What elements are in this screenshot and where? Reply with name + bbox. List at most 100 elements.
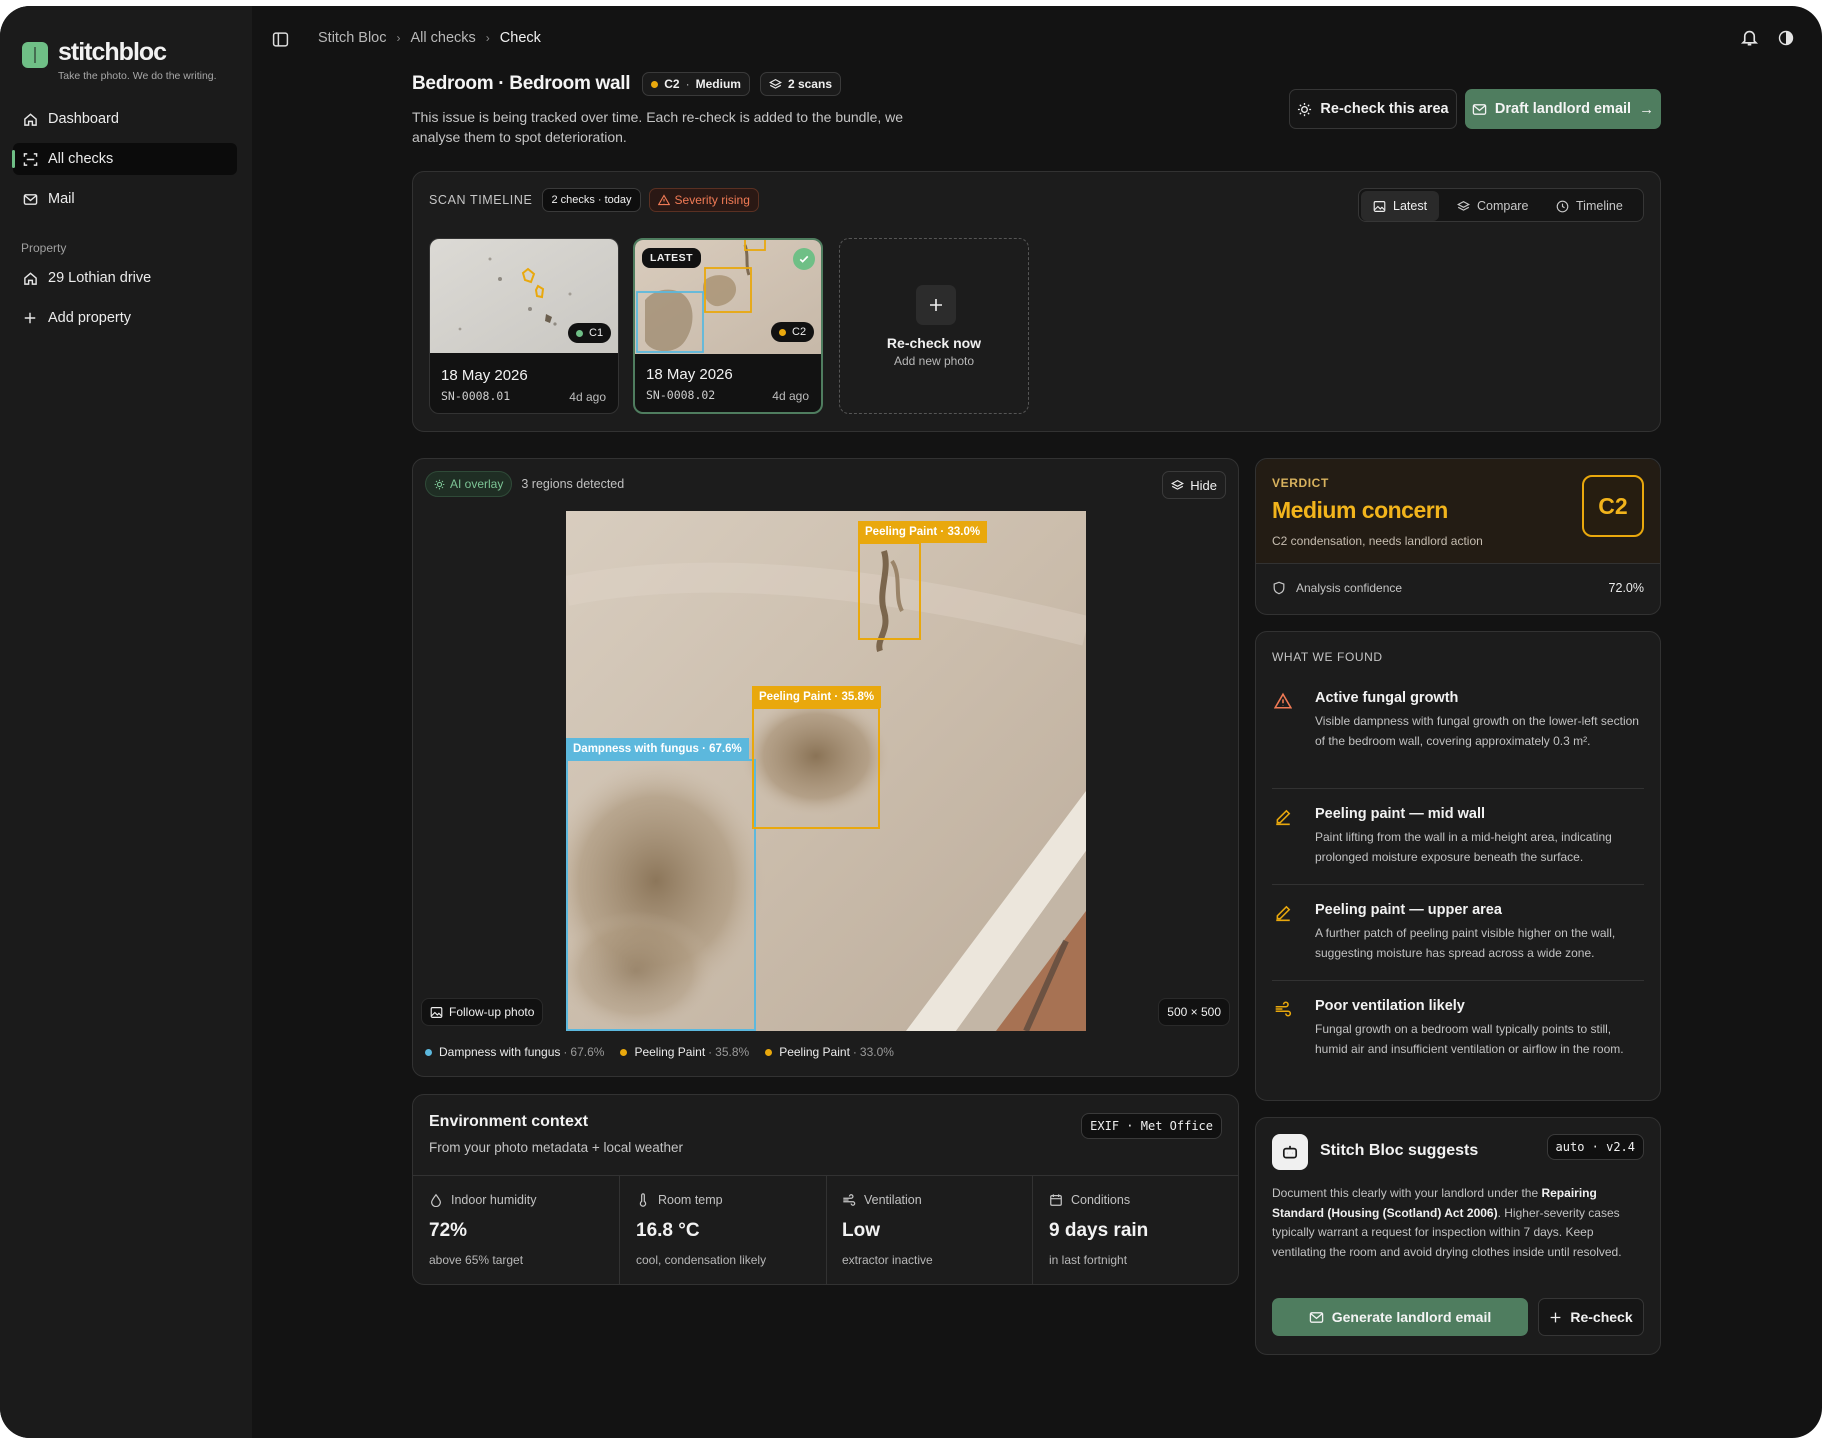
tab-compare[interactable]: Compare <box>1445 191 1540 221</box>
detection-box-peeling-mid[interactable]: Peeling Paint · 35.8% <box>752 686 882 829</box>
breadcrumb-item[interactable]: Stitch Bloc <box>318 30 387 46</box>
finding-description: Paint lifting from the wall in a mid-hei… <box>1315 830 1612 864</box>
latest-badge: LATEST <box>642 248 702 268</box>
wind-icon <box>843 1194 856 1206</box>
image-dimensions: 500 × 500 <box>1158 998 1230 1026</box>
detection-label: Peeling Paint · 35.8% <box>752 686 882 708</box>
suggestion-card: Stitch Bloc suggests auto · v2.4 Documen… <box>1255 1117 1661 1355</box>
body-text: Document this clearly with your landlord… <box>1272 1186 1542 1200</box>
detection-label: Peeling Paint · 33.0% <box>858 521 988 543</box>
tab-timeline[interactable]: Timeline <box>1544 191 1635 221</box>
metric-value: 16.8 °C <box>636 1220 700 1241</box>
button-label: Re-check <box>1570 1309 1633 1325</box>
legend-label: Peeling Paint <box>634 1045 706 1059</box>
section-label-property: Property <box>21 241 67 255</box>
metric-label: Indoor humidity <box>451 1193 537 1207</box>
button-label: Generate landlord email <box>1331 1309 1492 1325</box>
scans-badge: 2 scans <box>759 72 841 96</box>
sidebar-item-all-checks[interactable]: All checks <box>12 143 237 175</box>
severity-trend-badge: Severity rising <box>648 188 759 212</box>
label-text: Dampness with fungus <box>573 743 699 755</box>
layers-icon <box>1457 200 1470 211</box>
recheck-title: Re-check now <box>886 335 982 351</box>
recheck-area-button[interactable]: Re-check this area <box>1289 89 1457 129</box>
droplet-icon <box>431 1193 441 1207</box>
recheck-subtitle: Add new photo <box>893 354 975 368</box>
grade-dot <box>779 328 786 336</box>
version-badge: auto · v2.4 <box>1546 1134 1644 1160</box>
grade-badge: C2 <box>771 322 815 342</box>
environment-subtitle: From your photo metadata + local weather <box>429 1140 684 1155</box>
tab-latest[interactable]: Latest <box>1361 191 1440 221</box>
label-text: Peeling Paint <box>759 691 832 703</box>
sidebar-item-property[interactable]: 29 Lothian drive <box>13 262 237 294</box>
verdict-title: Medium concern <box>1272 497 1448 523</box>
page-title: Bedroom · Bedroom wall <box>412 73 631 94</box>
sidebar-toggle-icon[interactable] <box>272 31 289 53</box>
legend-score: 35.8% <box>715 1045 750 1059</box>
brand-logo[interactable]: stitchbloc Take the photo. We do the wri… <box>22 37 217 82</box>
timeline-label: SCAN TIMELINE <box>429 193 533 207</box>
regions-count: 3 regions detected <box>521 477 625 491</box>
metric-value: 9 days rain <box>1049 1220 1149 1241</box>
breadcrumb-item[interactable]: All checks <box>411 30 476 46</box>
scan-date: 18 May 2026 <box>441 367 528 384</box>
legend-dot <box>765 1048 773 1056</box>
divider <box>1272 980 1644 981</box>
sidebar-item-label: Add property <box>48 310 132 326</box>
home-icon <box>22 270 38 286</box>
detection-box-peeling-upper[interactable]: Peeling Paint · 33.0% <box>858 521 988 640</box>
finding-item[interactable]: Peeling paint — upper area A further pat… <box>1272 902 1644 966</box>
legend-label: Peeling Paint <box>779 1045 850 1059</box>
label-score: 67.6% <box>709 743 742 755</box>
label-score: 33.0% <box>947 526 981 538</box>
mail-icon <box>1309 1311 1323 1323</box>
legend-item: Peeling Paint · 33.0% <box>765 1045 894 1059</box>
finding-item[interactable]: Poor ventilation likely Fungal growth on… <box>1272 998 1644 1078</box>
bell-icon[interactable] <box>1740 28 1759 52</box>
brand-name: stitchbloc <box>58 38 167 66</box>
label-text: Peeling Paint <box>865 526 938 538</box>
recheck-button[interactable]: Re-check <box>1538 1298 1644 1336</box>
divider <box>1272 884 1644 885</box>
recheck-now-tile[interactable]: Re-check now Add new photo <box>839 238 1029 414</box>
finding-item[interactable]: Active fungal growth Visible dampness wi… <box>1272 690 1644 770</box>
mail-icon <box>1472 103 1487 115</box>
detection-box-dampness[interactable]: Dampness with fungus · 67.6% <box>566 738 756 1031</box>
findings-card: WHAT WE FOUND Active fungal growth Visib… <box>1255 631 1661 1101</box>
confidence-label: Analysis confidence <box>1296 581 1403 595</box>
warning-icon <box>657 194 670 206</box>
scan-age: 4d ago <box>772 389 809 403</box>
metric-subtext: in last fortnight <box>1049 1253 1128 1267</box>
theme-toggle-icon[interactable] <box>1778 30 1794 51</box>
metric-value: 72% <box>429 1220 468 1241</box>
generate-landlord-email-button[interactable]: Generate landlord email <box>1272 1298 1528 1336</box>
grade-text: C1 <box>589 327 604 339</box>
draft-landlord-email-button[interactable]: Draft landlord email → <box>1465 89 1661 129</box>
scans-count: 2 scans <box>787 77 832 91</box>
finding-item[interactable]: Peeling paint — mid wall Paint lifting f… <box>1272 806 1644 870</box>
verdict-label: VERDICT <box>1272 476 1329 490</box>
ai-overlay-badge[interactable]: AI overlay <box>425 471 513 497</box>
sidebar-item-dashboard[interactable]: Dashboard <box>13 103 237 135</box>
finding-title: Active fungal growth <box>1315 690 1459 706</box>
hide-overlay-button[interactable]: Hide <box>1162 471 1226 499</box>
metric-room-temp: Room temp 16.8 °C cool, condensation lik… <box>620 1175 825 1285</box>
pencil-icon <box>1274 904 1294 924</box>
metric-subtext: cool, condensation likely <box>636 1253 767 1267</box>
plus-icon <box>1550 1312 1561 1322</box>
scan-timeline-card: SCAN TIMELINE 2 checks · today Severity … <box>412 171 1661 432</box>
scan-card-1[interactable]: C1 18 May 2026 SN-0008.01 4d ago <box>429 238 619 414</box>
add-property-button[interactable]: Add property <box>13 302 237 334</box>
sidebar-item-mail[interactable]: Mail <box>13 183 237 215</box>
detection-label: Dampness with fungus · 67.6% <box>566 738 749 760</box>
finding-title: Peeling paint — upper area <box>1315 902 1502 918</box>
trend-text: Severity rising <box>674 193 750 207</box>
severity-grade: C2 <box>664 77 680 91</box>
legend-item: Peeling Paint · 35.8% <box>620 1045 749 1059</box>
severity-text: Medium <box>695 77 741 91</box>
scan-card-2[interactable]: LATEST C2 18 May 2026 SN-0008.02 4d ago <box>633 238 823 414</box>
plus-icon <box>22 310 38 326</box>
check-icon <box>793 248 815 270</box>
verdict-subtitle: C2 condensation, needs landlord action <box>1272 534 1483 548</box>
